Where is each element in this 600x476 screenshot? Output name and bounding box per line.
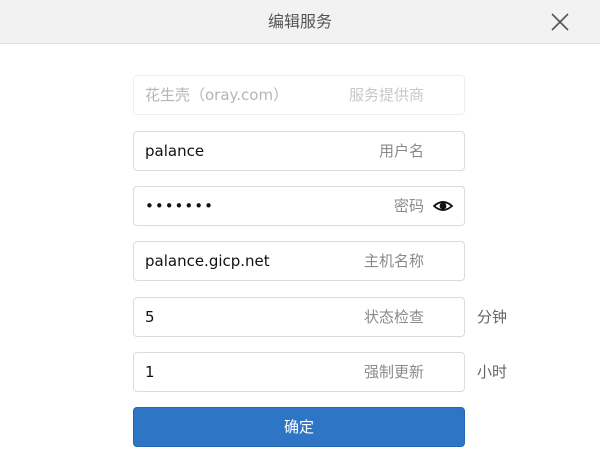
force-update-value[interactable]: 1 — [145, 353, 155, 391]
dialog-title: 编辑服务 — [267, 12, 332, 31]
force-update-field[interactable]: 1 强制更新 — [133, 352, 465, 392]
password-field[interactable]: ••••••• 密码 — [133, 186, 465, 226]
hostname-value[interactable]: palance.gicp.net — [145, 242, 270, 280]
provider-value: 花生壳（oray.com） — [145, 86, 289, 104]
force-update-label: 强制更新 — [363, 363, 424, 381]
hostname-label: 主机名称 — [363, 252, 424, 270]
username-value[interactable]: palance — [145, 132, 204, 170]
username-field[interactable]: palance 用户名 — [133, 131, 465, 171]
hostname-field[interactable]: palance.gicp.net 主机名称 — [133, 241, 465, 281]
eye-icon — [432, 201, 454, 211]
status-check-value[interactable]: 5 — [145, 298, 155, 336]
confirm-button[interactable]: 确定 — [133, 407, 465, 447]
provider-field: 花生壳（oray.com） 服务提供商 — [133, 75, 465, 115]
status-check-unit: 分钟 — [477, 308, 508, 326]
status-check-field[interactable]: 5 状态检查 — [133, 297, 465, 337]
username-label: 用户名 — [378, 142, 424, 160]
password-value[interactable]: ••••••• — [145, 187, 214, 225]
password-label: 密码 — [393, 197, 424, 215]
force-update-unit: 小时 — [477, 363, 508, 381]
close-button[interactable] — [546, 8, 574, 36]
close-icon — [551, 13, 569, 31]
show-password-toggle[interactable] — [432, 197, 454, 215]
provider-label: 服务提供商 — [348, 86, 424, 104]
dialog-header: 编辑服务 — [0, 0, 600, 44]
status-check-label: 状态检查 — [363, 308, 424, 326]
